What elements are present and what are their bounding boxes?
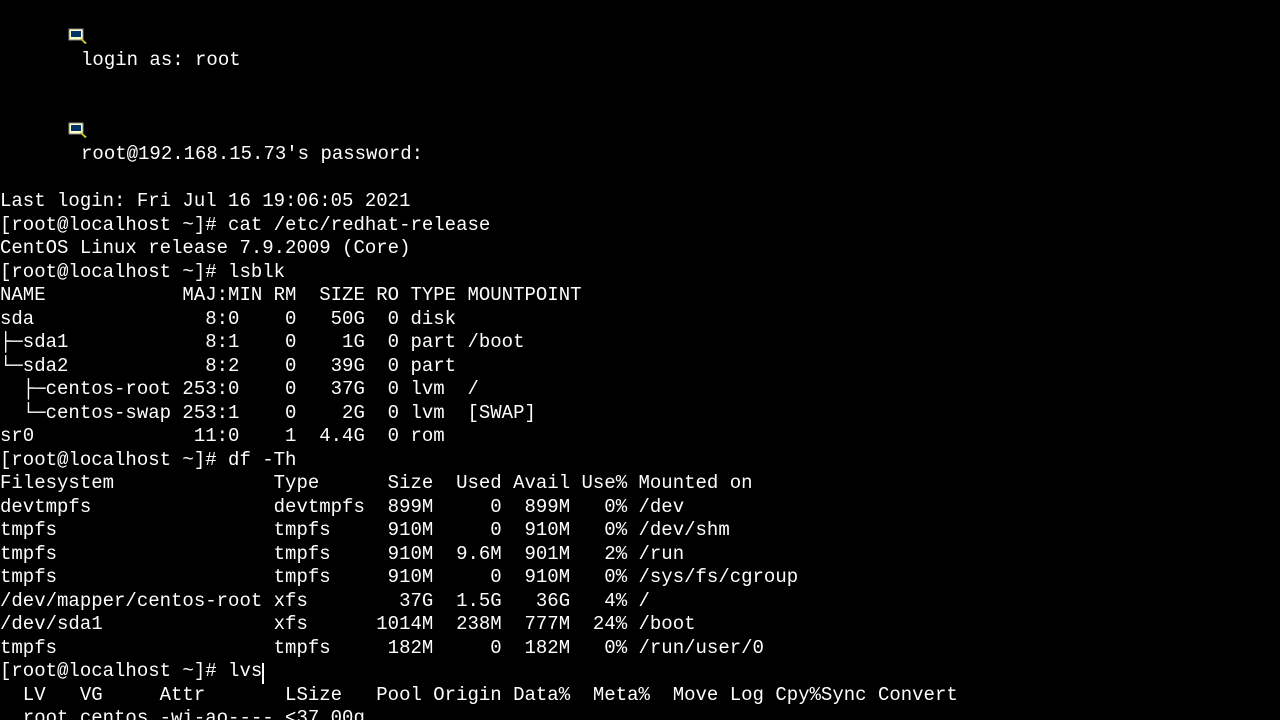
df-row: /dev/sda1 xfs 1014M 238M 777M 24% /boot <box>0 613 1280 637</box>
prompt: [root@localhost ~]# <box>0 261 228 283</box>
df-row: tmpfs tmpfs 910M 0 910M 0% /dev/shm <box>0 519 1280 543</box>
lsblk-row: └─centos-swap 253:1 0 2G 0 lvm [SWAP] <box>0 402 1280 426</box>
command: lvs <box>228 660 262 682</box>
lsblk-row: sr0 11:0 1 4.4G 0 rom <box>0 425 1280 449</box>
prompt: [root@localhost ~]# <box>0 660 228 682</box>
password-text: root@192.168.15.73's password: <box>70 143 423 165</box>
login-text: login as: root <box>70 49 241 71</box>
command: df -Th <box>228 449 296 471</box>
last-login: Last login: Fri Jul 16 19:06:05 2021 <box>0 190 1280 214</box>
lvs-header: LV VG Attr LSize Pool Origin Data% Meta%… <box>0 684 1280 708</box>
df-row: /dev/mapper/centos-root xfs 37G 1.5G 36G… <box>0 590 1280 614</box>
lsblk-row: ├─centos-root 253:0 0 37G 0 lvm / <box>0 378 1280 402</box>
password-line: root@192.168.15.73's password: <box>0 96 1280 190</box>
lsblk-header: NAME MAJ:MIN RM SIZE RO TYPE MOUNTPOINT <box>0 284 1280 308</box>
command: cat /etc/redhat-release <box>228 214 490 236</box>
prompt-line-2: [root@localhost ~]# lsblk <box>0 261 1280 285</box>
df-header: Filesystem Type Size Used Avail Use% Mou… <box>0 472 1280 496</box>
redhat-release-output: CentOS Linux release 7.9.2009 (Core) <box>0 237 1280 261</box>
prompt-line-1: [root@localhost ~]# cat /etc/redhat-rele… <box>0 214 1280 238</box>
prompt: [root@localhost ~]# <box>0 214 228 236</box>
putty-icon <box>0 4 20 20</box>
df-row: devtmpfs devtmpfs 899M 0 899M 0% /dev <box>0 496 1280 520</box>
command: lsblk <box>228 261 285 283</box>
lsblk-row: sda 8:0 0 50G 0 disk <box>0 308 1280 332</box>
lsblk-row: ├─sda1 8:1 0 1G 0 part /boot <box>0 331 1280 355</box>
text-cursor-icon <box>262 663 264 684</box>
lsblk-row: └─sda2 8:2 0 39G 0 part <box>0 355 1280 379</box>
lvs-row: root centos -wi-ao---- <37.00g <box>0 707 1280 720</box>
prompt-line-3: [root@localhost ~]# df -Th <box>0 449 1280 473</box>
login-line: login as: root <box>0 2 1280 96</box>
df-row: tmpfs tmpfs 910M 9.6M 901M 2% /run <box>0 543 1280 567</box>
putty-icon <box>0 98 20 114</box>
prompt: [root@localhost ~]# <box>0 449 228 471</box>
df-row: tmpfs tmpfs 182M 0 182M 0% /run/user/0 <box>0 637 1280 661</box>
df-row: tmpfs tmpfs 910M 0 910M 0% /sys/fs/cgrou… <box>0 566 1280 590</box>
terminal[interactable]: login as: root root@192.168.15.73's pass… <box>0 2 1280 720</box>
prompt-line-4: [root@localhost ~]# lvs <box>0 660 1280 684</box>
